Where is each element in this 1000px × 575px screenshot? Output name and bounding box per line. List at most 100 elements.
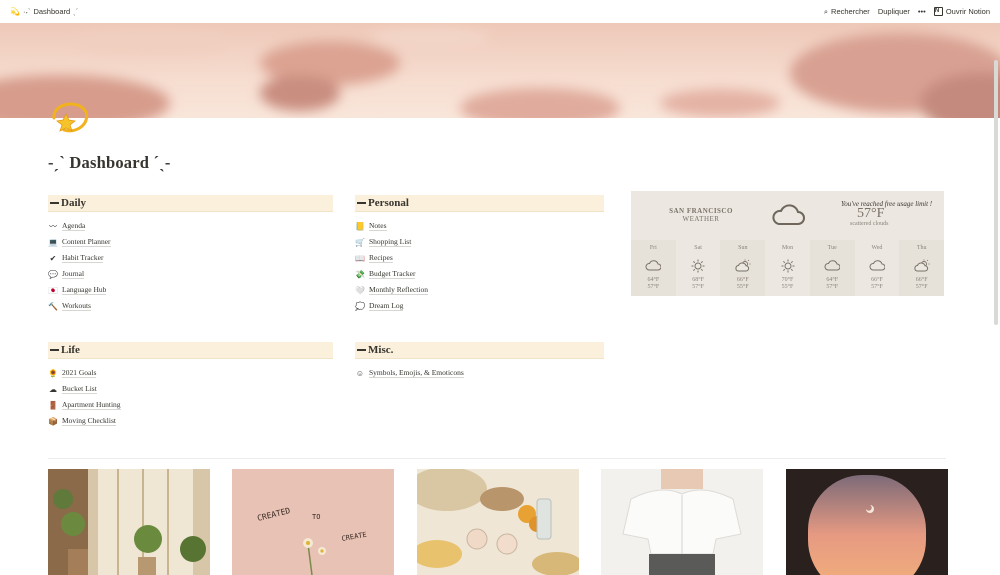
dash-icon <box>50 349 59 351</box>
link-apartment-hunting[interactable]: 🚪 Apartment Hunting <box>48 397 333 413</box>
forecast-low: 57°F <box>871 284 883 290</box>
scrollbar[interactable] <box>994 60 998 325</box>
forecast-low: 57°F <box>692 284 704 290</box>
link-monthly-reflection[interactable]: 🤍 Monthly Reflection <box>355 282 604 298</box>
forecast-day-name: Wed <box>871 245 883 251</box>
link-2021-goals[interactable]: 🌻 2021 Goals <box>48 365 333 381</box>
current-temperature: 57°F <box>857 206 885 221</box>
section-heading-label: Personal <box>368 197 409 209</box>
gallery-image-picnic[interactable] <box>417 469 579 575</box>
link-label: Shopping List <box>369 237 412 247</box>
more-options-button[interactable]: ••• <box>918 7 926 16</box>
link-label: Content Planner <box>62 237 111 247</box>
link-label: Recipes <box>369 253 393 263</box>
section-heading-label: Misc. <box>368 344 394 356</box>
search-icon: ⌕ <box>823 6 829 16</box>
link-moving-checklist[interactable]: 📦 Moving Checklist <box>48 413 333 429</box>
cover-image[interactable] <box>0 23 1000 118</box>
forecast-high: 66°F <box>871 277 883 283</box>
laptop-icon: 💻 <box>48 237 58 247</box>
gallery-image-airplane-window[interactable] <box>786 469 948 575</box>
created-to-create-image: CREATED TO CREATE <box>232 469 394 575</box>
link-habit-tracker[interactable]: ✔ Habit Tracker <box>48 250 333 266</box>
divider <box>48 458 946 459</box>
link-budget-tracker[interactable]: 💸 Budget Tracker <box>355 266 604 282</box>
link-agenda[interactable]: 〰 Agenda <box>48 218 333 234</box>
link-label: Moving Checklist <box>62 416 116 426</box>
weather-widget[interactable]: SAN FRANCISCO WEATHER 57°F scattered clo… <box>631 191 945 296</box>
link-notes[interactable]: 📒 Notes <box>355 218 604 234</box>
section-heading: Daily <box>48 195 333 212</box>
search-label: Rechercher <box>831 7 870 16</box>
thought-bubble-icon: 💭 <box>355 301 365 311</box>
cloud-icon <box>869 260 885 271</box>
link-journal[interactable]: 💬 Journal <box>48 266 333 282</box>
link-recipes[interactable]: 📖 Recipes <box>355 250 604 266</box>
door-icon: 🚪 <box>48 400 58 410</box>
weather-condition: scattered clouds <box>850 221 889 227</box>
section-heading: Misc. <box>355 342 604 359</box>
forecast-high: 64°F <box>647 277 660 283</box>
gallery-image-created-to-create[interactable]: CREATED TO CREATE <box>232 469 394 575</box>
breadcrumb[interactable]: 💫 ·˖` Dashboard ˎˊ <box>10 7 78 16</box>
link-label: Monthly Reflection <box>369 285 428 295</box>
hammer-icon: 🔨 <box>48 301 58 311</box>
forecast-day-name: Tue <box>827 245 837 251</box>
white-blouse-image <box>601 469 763 575</box>
package-icon: 📦 <box>48 416 58 426</box>
link-symbols-emojis[interactable]: ☺ Symbols, Emojis, & Emoticons <box>355 365 604 381</box>
photo-text-to: TO <box>312 513 320 521</box>
link-dream-log[interactable]: 💭 Dream Log <box>355 298 604 314</box>
cloud-icon: ☁ <box>49 384 57 394</box>
top-bar: 💫 ·˖` Dashboard ˎˊ ⌕ Rechercher Duplique… <box>0 0 1000 23</box>
cloud-icon <box>645 260 662 271</box>
link-label: Journal <box>62 269 85 279</box>
section-heading: Personal <box>355 195 604 212</box>
forecast-day: Tue 64°F 57°F <box>809 240 855 296</box>
search-button[interactable]: ⌕ Rechercher <box>824 7 870 17</box>
forecast-day-name: Sat <box>694 245 702 251</box>
forecast-high: 70°F <box>781 277 794 283</box>
page-icon[interactable] <box>48 96 90 138</box>
check-icon: ✔ <box>49 253 57 263</box>
smiley-icon: ☺ <box>355 368 365 378</box>
duplicate-button[interactable]: Dupliquer <box>878 7 910 16</box>
section-life: Life 🌻 2021 Goals ☁ Bucket List 🚪 Apartment… <box>48 342 333 429</box>
money-wings-icon: 💸 <box>355 269 365 279</box>
section-heading-label: Life <box>61 344 80 356</box>
breadcrumb-prefix: ·˖` <box>22 7 31 16</box>
wave-icon: 〰 <box>49 221 57 231</box>
cloud-icon <box>772 204 805 225</box>
forecast-low: 55°F <box>736 284 749 290</box>
link-shopping-list[interactable]: 🛒 Shopping List <box>355 234 604 250</box>
sun-icon <box>781 259 795 273</box>
weather-location: SAN FRANCISCO WEATHER <box>651 207 751 223</box>
gallery-image-white-blouse[interactable] <box>601 469 763 575</box>
open-notion-label: Ouvrir Notion <box>945 7 990 16</box>
breadcrumb-suffix: ˎˊ <box>73 7 79 16</box>
picnic-image <box>417 469 579 575</box>
link-label: 2021 Goals <box>62 368 97 378</box>
open-notion-button[interactable]: N Ouvrir Notion <box>933 7 990 16</box>
dash-icon <box>357 202 366 204</box>
forecast-days: Fri 64°F 57°F Sat 68°F 57°F Sun 66°F 55°F Mon 70°F… <box>631 240 945 296</box>
link-language-hub[interactable]: 🇯🇵 Language Hub <box>48 282 333 298</box>
partly-cloudy-icon <box>735 259 751 272</box>
link-label: Notes <box>369 221 387 231</box>
forecast-day-name: Sun <box>738 245 748 251</box>
breadcrumb-title[interactable]: Dashboard <box>33 7 70 16</box>
gallery-image-plants-room[interactable] <box>48 469 210 575</box>
page-title[interactable]: -ˏˋ Dashboard ˊˎ- <box>48 153 171 173</box>
usage-limit-notice: You've reached free usage limit ! <box>841 200 933 208</box>
link-content-planner[interactable]: 💻 Content Planner <box>48 234 333 250</box>
speech-bubble-icon: 💬 <box>48 269 58 279</box>
forecast-day: Fri 64°F 57°F <box>631 240 676 296</box>
forecast-day: Mon 70°F 55°F <box>765 240 810 296</box>
link-workouts[interactable]: 🔨 Workouts <box>48 298 333 314</box>
link-bucket-list[interactable]: ☁ Bucket List <box>48 381 333 397</box>
section-personal: Personal 📒 Notes 🛒 Shopping List 📖 Recipes … <box>355 195 604 314</box>
notebook-icon: 📒 <box>355 221 365 231</box>
section-misc: Misc. ☺ Symbols, Emojis, & Emoticons <box>355 342 604 381</box>
plants-room-image <box>48 469 210 575</box>
link-label: Language Hub <box>62 285 107 295</box>
